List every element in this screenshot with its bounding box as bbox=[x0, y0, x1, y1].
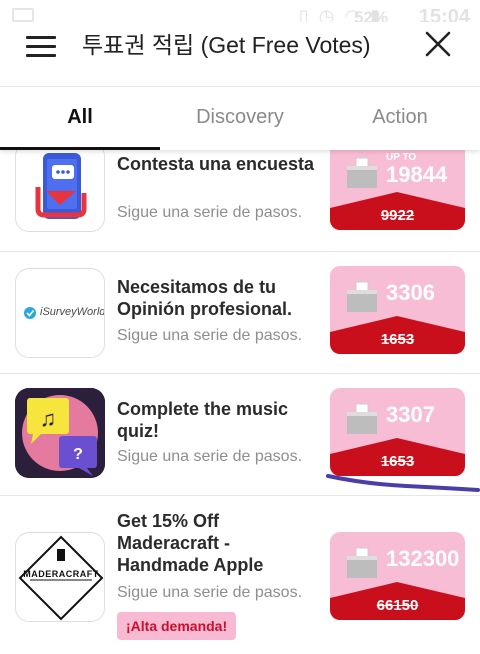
vote-amount: 19844 bbox=[386, 162, 448, 187]
ballot-box-icon bbox=[347, 547, 377, 578]
vote-amount: 3306 bbox=[386, 280, 435, 305]
list-item[interactable]: Contesta una encuesta Sigue una serie de… bbox=[0, 150, 480, 252]
app-header: 투표권 적립 (Get Free Votes) bbox=[0, 22, 480, 84]
phone-chat-icon bbox=[15, 150, 105, 232]
list-item[interactable]: iSurveyWorld Necesitamos de tu Opinión p… bbox=[0, 252, 480, 374]
vote-amount: 3307 bbox=[386, 402, 435, 427]
vote-amount: 132300 bbox=[386, 546, 460, 571]
offer-title: Complete the music quiz! bbox=[117, 399, 289, 441]
offer-subtitle: Sigue una serie de pasos. bbox=[117, 584, 303, 601]
logo-text: MADERACRAFT bbox=[23, 569, 99, 579]
ballot-box-icon bbox=[347, 281, 377, 312]
maderacraft-logo: MADERACRAFT bbox=[15, 532, 105, 622]
vote-reward-card[interactable]: UP TO 19844 9922 bbox=[330, 150, 465, 230]
offer-subtitle: Sigue una serie de pasos. bbox=[117, 327, 303, 344]
ballot-box-icon bbox=[347, 157, 377, 188]
offer-title: Necesitamos de tu Opinión profesional. bbox=[117, 277, 292, 319]
ballot-box-icon bbox=[347, 403, 377, 434]
music-quiz-icon: ♫ ? bbox=[15, 388, 105, 478]
vote-reward-card[interactable]: 3306 1653 bbox=[330, 266, 465, 354]
svg-text:?: ? bbox=[73, 446, 83, 463]
vote-reward-card[interactable]: 132300 66150 bbox=[330, 532, 465, 620]
offer-list[interactable]: Contesta una encuesta Sigue una serie de… bbox=[0, 150, 480, 654]
tab-all[interactable]: All bbox=[0, 87, 160, 151]
hamburger-icon[interactable] bbox=[26, 34, 58, 60]
tab-discovery[interactable]: Discovery bbox=[160, 87, 320, 151]
svg-text:♫: ♫ bbox=[40, 406, 57, 431]
status-badge: ¡Alta demanda! bbox=[117, 612, 237, 640]
close-icon[interactable] bbox=[424, 30, 452, 58]
page-title: 투표권 적립 (Get Free Votes) bbox=[82, 32, 371, 58]
vote-reward-card[interactable]: 3307 1653 bbox=[330, 388, 465, 476]
tab-action[interactable]: Action bbox=[320, 87, 480, 151]
logo-text: iSurveyWorld bbox=[40, 306, 105, 318]
old-vote-amount: 1653 bbox=[380, 453, 415, 470]
old-vote-amount: 9922 bbox=[380, 207, 415, 224]
list-item[interactable]: MADERACRAFT Get 15% Off Maderacraft - Ha… bbox=[0, 496, 480, 654]
old-vote-amount: 66150 bbox=[376, 597, 419, 614]
annotation-stroke bbox=[326, 474, 480, 492]
offer-subtitle: Sigue una serie de pasos. bbox=[117, 448, 303, 465]
offer-title: Get 15% Off Maderacraft - Handmade Apple bbox=[117, 511, 264, 575]
offer-subtitle: Sigue una serie de pasos. bbox=[117, 204, 303, 221]
tab-bar: All Discovery Action bbox=[0, 86, 480, 150]
offer-title: Contesta una encuesta bbox=[117, 154, 315, 174]
isurveyworld-logo: iSurveyWorld bbox=[15, 268, 105, 358]
active-tab-indicator bbox=[0, 147, 160, 150]
notification-icon bbox=[12, 8, 34, 22]
old-vote-amount: 1653 bbox=[380, 331, 415, 348]
